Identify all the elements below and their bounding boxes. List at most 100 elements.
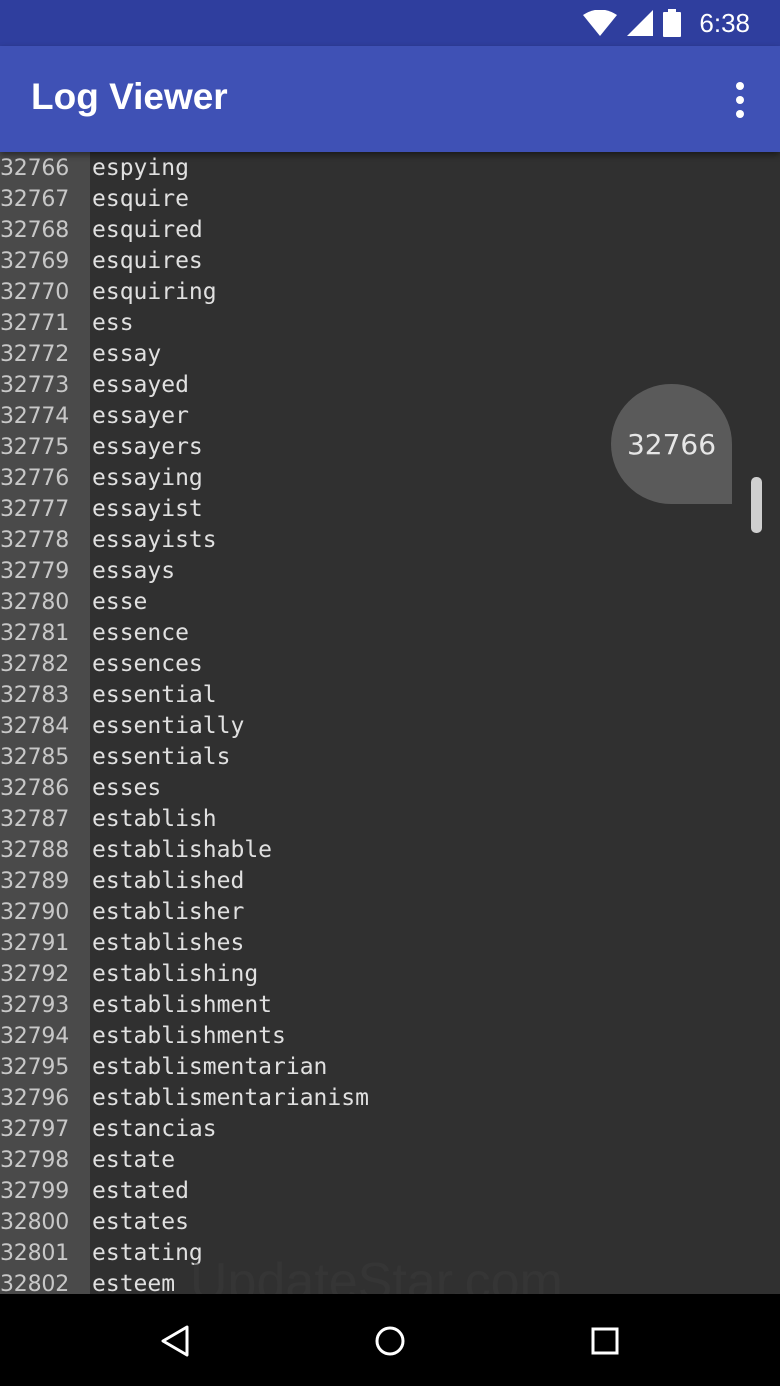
status-bar: 6:38 — [0, 0, 780, 46]
navigation-bar — [0, 1294, 780, 1386]
log-row[interactable]: 32785 essentials — [0, 742, 780, 773]
line-text: esquire — [92, 186, 189, 212]
line-text: establishment — [92, 992, 273, 1018]
line-number: 32783 — [0, 683, 69, 708]
log-row[interactable]: 32800 estates — [0, 1207, 780, 1238]
line-text: estancias — [92, 1116, 217, 1142]
log-row[interactable]: 32767 esquire — [0, 184, 780, 215]
line-number: 32800 — [0, 1210, 69, 1235]
line-number: 32797 — [0, 1117, 69, 1142]
log-row[interactable]: 32789 established — [0, 866, 780, 897]
log-row[interactable]: 32779 essays — [0, 556, 780, 587]
log-row[interactable]: 32795 establismentarian — [0, 1052, 780, 1083]
line-number: 32782 — [0, 652, 69, 677]
line-number: 32771 — [0, 311, 69, 336]
log-row[interactable]: 32783 essential — [0, 680, 780, 711]
line-number: 32802 — [0, 1272, 69, 1294]
log-row[interactable]: 32786 esses — [0, 773, 780, 804]
wifi-icon — [583, 10, 618, 36]
line-text: essayer — [92, 403, 189, 429]
line-text: estating — [92, 1240, 203, 1266]
line-number: 32772 — [0, 342, 69, 367]
line-text: essence — [92, 620, 189, 646]
log-row[interactable]: 32792 establishing — [0, 959, 780, 990]
line-text: esquired — [92, 217, 203, 243]
line-text: essentially — [92, 713, 245, 739]
log-row[interactable]: 32766 espying — [0, 153, 780, 184]
more-vert-icon[interactable] — [722, 72, 758, 128]
log-row[interactable]: 32787 establish — [0, 804, 780, 835]
line-number: 32786 — [0, 776, 69, 801]
log-row[interactable]: 32768 esquired — [0, 215, 780, 246]
line-text: estates — [92, 1209, 189, 1235]
log-row[interactable]: 32796 establismentarianism — [0, 1083, 780, 1114]
line-text: establishes — [92, 930, 245, 956]
line-number: 32792 — [0, 962, 69, 987]
line-text: esses — [92, 775, 162, 801]
log-row[interactable]: 32798 estate — [0, 1145, 780, 1176]
log-row[interactable]: 32784 essentially — [0, 711, 780, 742]
line-text: essayed — [92, 372, 189, 398]
log-content[interactable]: 32766 espying 32767 esquire 32768 esquired 327… — [0, 152, 780, 1294]
line-number: 32770 — [0, 280, 69, 305]
log-row[interactable]: 32793 establishment — [0, 990, 780, 1021]
log-row[interactable]: 32781 essence — [0, 618, 780, 649]
line-number: 32785 — [0, 745, 69, 770]
line-number: 32788 — [0, 838, 69, 863]
log-row[interactable]: 32791 establishes — [0, 928, 780, 959]
line-number: 32767 — [0, 187, 69, 212]
watermark: UpdateStar.com — [190, 1253, 563, 1294]
log-row[interactable]: 32778 essayists — [0, 525, 780, 556]
log-row[interactable]: 32788 establishable — [0, 835, 780, 866]
app-title: Log Viewer — [31, 76, 228, 117]
line-number: 32793 — [0, 993, 69, 1018]
battery-icon — [663, 9, 682, 37]
line-number: 32775 — [0, 435, 69, 460]
line-text: essaying — [92, 465, 203, 491]
log-row[interactable]: 32799 estated — [0, 1176, 780, 1207]
line-text: establishing — [92, 961, 259, 987]
line-number: 32791 — [0, 931, 69, 956]
back-icon[interactable] — [150, 1316, 200, 1366]
log-row[interactable]: 32797 estancias — [0, 1114, 780, 1145]
line-text: establishments — [92, 1023, 286, 1049]
line-text: esquires — [92, 248, 203, 274]
line-number: 32774 — [0, 404, 69, 429]
line-number: 32773 — [0, 373, 69, 398]
scrollbar-thumb[interactable] — [751, 477, 762, 533]
line-number: 32796 — [0, 1086, 69, 1111]
line-text: established — [92, 868, 245, 894]
log-row[interactable]: 32771 ess — [0, 308, 780, 339]
line-text: establisher — [92, 899, 245, 925]
line-text: essay — [92, 341, 162, 367]
log-row[interactable]: 32772 essay — [0, 339, 780, 370]
line-number: 32787 — [0, 807, 69, 832]
status-time: 6:38 — [699, 7, 750, 38]
line-number: 32777 — [0, 497, 69, 522]
log-row[interactable]: 32770 esquiring — [0, 277, 780, 308]
log-row[interactable]: 32780 esse — [0, 587, 780, 618]
home-icon[interactable] — [365, 1316, 415, 1366]
line-number: 32768 — [0, 218, 69, 243]
line-text: essayist — [92, 496, 203, 522]
log-row[interactable]: 32769 esquires — [0, 246, 780, 277]
line-number: 32781 — [0, 621, 69, 646]
log-row[interactable]: 32790 establisher — [0, 897, 780, 928]
log-list[interactable]: 32766 espying 32767 esquire 32768 esquired 327… — [0, 152, 780, 1294]
recents-icon[interactable] — [580, 1316, 630, 1366]
line-number: 32789 — [0, 869, 69, 894]
line-number: 32766 — [0, 156, 69, 181]
line-number: 32776 — [0, 466, 69, 491]
line-text: essentials — [92, 744, 231, 770]
line-text: essential — [92, 682, 217, 708]
line-text: estate — [92, 1147, 176, 1173]
line-number: 32780 — [0, 590, 69, 615]
line-text: ess — [92, 310, 134, 336]
line-text: establishable — [92, 837, 273, 863]
line-text: essences — [92, 651, 203, 677]
status-icons: 6:38 — [583, 0, 750, 46]
app-bar: Log Viewer — [0, 46, 780, 152]
log-row[interactable]: 32794 establishments — [0, 1021, 780, 1052]
line-text: establismentarianism — [92, 1085, 369, 1111]
log-row[interactable]: 32782 essences — [0, 649, 780, 680]
